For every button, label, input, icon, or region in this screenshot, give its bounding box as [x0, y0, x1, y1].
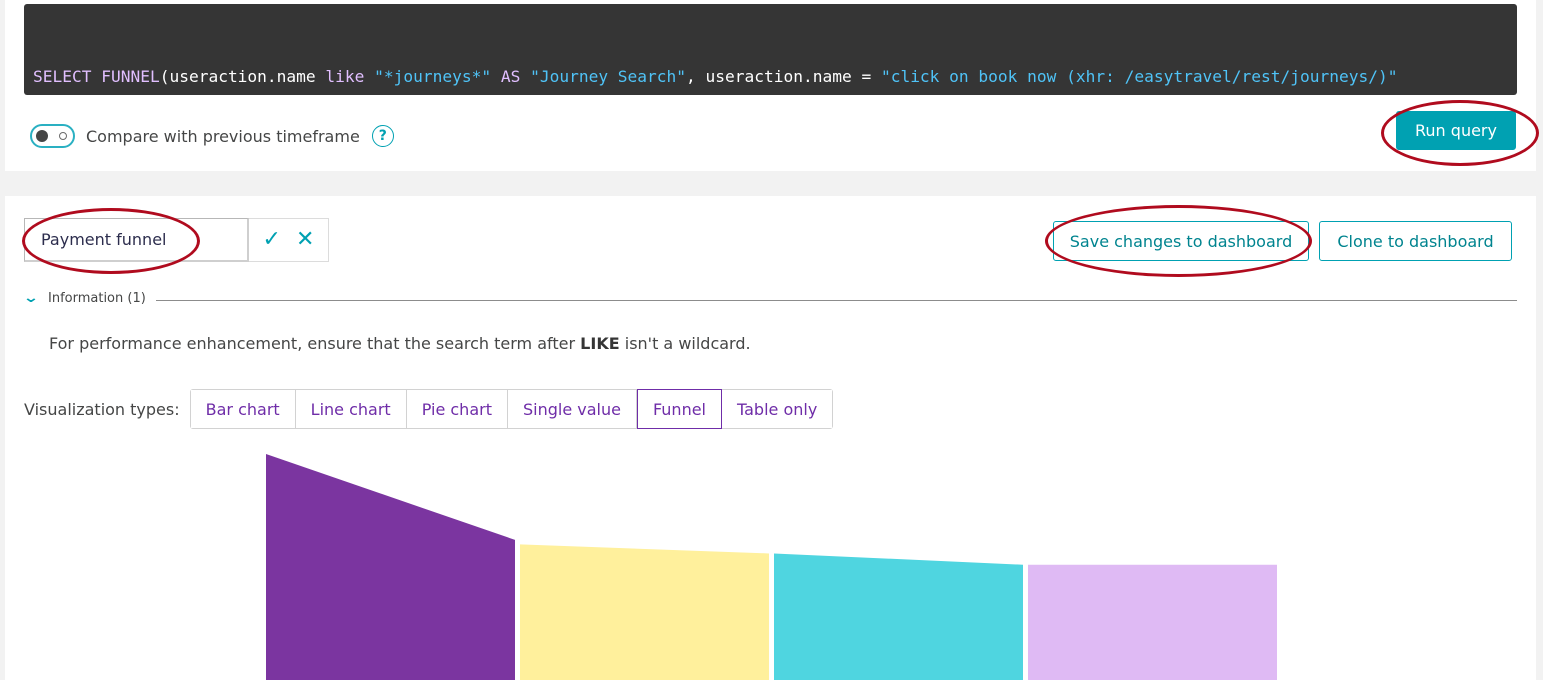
help-icon[interactable]: ? [371, 125, 394, 147]
query-token: (useraction.name [159, 67, 326, 86]
visualization-types-row: Visualization types: Bar chart Line char… [24, 389, 834, 429]
query-panel: SELECT FUNNEL(useraction.name like "*jou… [5, 0, 1536, 171]
tile-name-editor: Payment funnel ✓ ✕ [24, 218, 329, 262]
information-message: For performance enhancement, ensure that… [49, 334, 751, 353]
query-token [491, 67, 501, 86]
funnel-step-journey-search[interactable] [266, 454, 515, 680]
info-text-after: isn't a wildcard. [619, 334, 751, 353]
divider [155, 299, 1517, 301]
tile-name-actions: ✓ ✕ [249, 218, 329, 262]
query-token: "Journey Search" [530, 67, 687, 86]
information-section-header[interactable]: ⌄ Information (1) [23, 289, 1517, 307]
query-token [364, 67, 374, 86]
funnel-step-submit-payment[interactable] [1028, 564, 1277, 680]
confirm-icon[interactable]: ✓ [263, 229, 281, 251]
query-token: SELECT [33, 67, 102, 86]
query-token: "*journeys*" [374, 67, 492, 86]
info-text-bold: LIKE [580, 334, 620, 353]
query-token: AS [500, 67, 521, 86]
compare-toggle[interactable] [30, 124, 75, 148]
funnel-step-login[interactable] [774, 553, 1023, 680]
query-token [520, 67, 530, 86]
funnel-step-click-on-book-now[interactable] [520, 544, 769, 680]
viz-tab-line-chart[interactable]: Line chart [295, 390, 407, 428]
info-text-before: For performance enhancement, ensure that… [49, 334, 581, 353]
viz-tab-funnel[interactable]: Funnel [636, 389, 722, 429]
query-token: FUNNEL [101, 67, 160, 86]
tile-name-input[interactable]: Payment funnel [24, 218, 249, 262]
clone-to-dashboard-button[interactable]: Clone to dashboard [1319, 221, 1512, 261]
toggle-off-indicator [59, 132, 67, 140]
visualization-type-tabs: Bar chart Line chart Pie chart Single va… [189, 389, 834, 429]
query-token: "click on book now (xhr: /easytravel/res… [880, 67, 1398, 86]
viz-tab-table-only[interactable]: Table only [722, 390, 833, 428]
result-panel: Payment funnel ✓ ✕ Save changes to dashb… [5, 196, 1536, 680]
information-title: Information (1) [48, 290, 146, 306]
query-token: , useraction.name = [686, 67, 881, 86]
save-changes-button[interactable]: Save changes to dashboard [1053, 221, 1309, 261]
query-editor[interactable]: SELECT FUNNEL(useraction.name like "*jou… [24, 4, 1517, 95]
visualization-types-label: Visualization types: [24, 399, 180, 419]
viz-tab-bar-chart[interactable]: Bar chart [190, 390, 296, 428]
viz-tab-single-value[interactable]: Single value [507, 390, 637, 428]
query-token: like [325, 67, 365, 86]
chevron-down-icon[interactable]: ⌄ [23, 290, 45, 306]
toggle-knob [36, 130, 48, 142]
cancel-icon[interactable]: ✕ [296, 229, 314, 251]
viz-tab-pie-chart[interactable]: Pie chart [406, 390, 508, 428]
query-line-1: SELECT FUNNEL(useraction.name like "*jou… [33, 64, 1508, 90]
compare-row: Compare with previous timeframe ? [30, 123, 394, 149]
run-query-button[interactable]: Run query [1396, 111, 1516, 150]
compare-label: Compare with previous timeframe [86, 126, 360, 146]
funnel-chart [266, 454, 1277, 680]
